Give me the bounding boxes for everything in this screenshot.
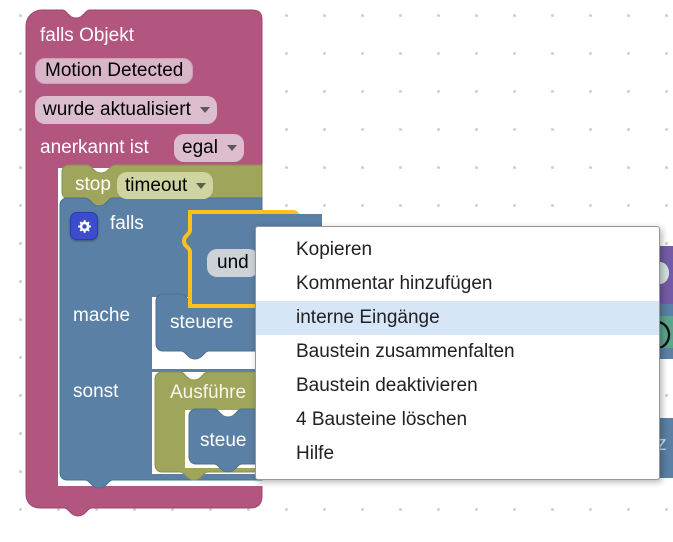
control-do-label: steuere bbox=[170, 312, 234, 333]
timeout-name-dropdown[interactable]: timeout bbox=[117, 172, 214, 199]
context-menu-item-disable-block[interactable]: Baustein deaktivieren bbox=[256, 369, 659, 403]
trigger-if-label: falls Objekt bbox=[40, 25, 134, 46]
context-menu-item-help[interactable]: Hilfe bbox=[256, 437, 659, 471]
control-exec-label: steue bbox=[200, 430, 247, 451]
controls-if-label: falls bbox=[110, 213, 144, 234]
exec-block-label: Ausführe bbox=[170, 382, 247, 403]
trigger-condition-dropdown[interactable]: wurde aktualisiert bbox=[35, 96, 217, 124]
context-menu-item-copy[interactable]: Kopieren bbox=[256, 233, 659, 267]
chevron-down-icon bbox=[226, 145, 237, 151]
timeout-name-dropdown-value: timeout bbox=[125, 174, 188, 196]
logic-and-operator-value: und bbox=[217, 252, 249, 273]
context-menu-item-collapse-block[interactable]: Baustein zusammenfalten bbox=[256, 335, 659, 369]
trigger-ack-label: anerkannt ist bbox=[40, 137, 149, 158]
trigger-ack-dropdown[interactable]: egal bbox=[174, 134, 244, 162]
trigger-object-field[interactable]: Motion Detected bbox=[35, 58, 194, 84]
logic-and-operator-dropdown[interactable]: und bbox=[207, 249, 259, 277]
trigger-condition-dropdown-value: wurde aktualisiert bbox=[43, 99, 191, 120]
chevron-down-icon bbox=[196, 182, 207, 189]
gear-icon bbox=[77, 219, 91, 233]
controls-if-else-label: sonst bbox=[73, 381, 119, 402]
trigger-object-field-value: Motion Detected bbox=[45, 60, 184, 81]
mutator-gear-button[interactable] bbox=[70, 212, 98, 240]
context-menu-item-delete-blocks[interactable]: 4 Bausteine löschen bbox=[256, 403, 659, 437]
blockly-workspace[interactable]: falls Objekt Motion Detected wurde aktua… bbox=[0, 0, 673, 542]
stop-timeout-label: stop bbox=[75, 174, 111, 195]
trigger-ack-dropdown-value: egal bbox=[182, 137, 218, 158]
context-menu-item-add-comment[interactable]: Kommentar hinzufügen bbox=[256, 267, 659, 301]
block-context-menu[interactable]: Kopieren Kommentar hinzufügen interne Ei… bbox=[255, 226, 660, 480]
controls-if-do-label: mache bbox=[73, 305, 131, 326]
context-menu-item-inline-inputs[interactable]: interne Eingänge bbox=[256, 301, 659, 335]
chevron-down-icon bbox=[199, 107, 210, 113]
